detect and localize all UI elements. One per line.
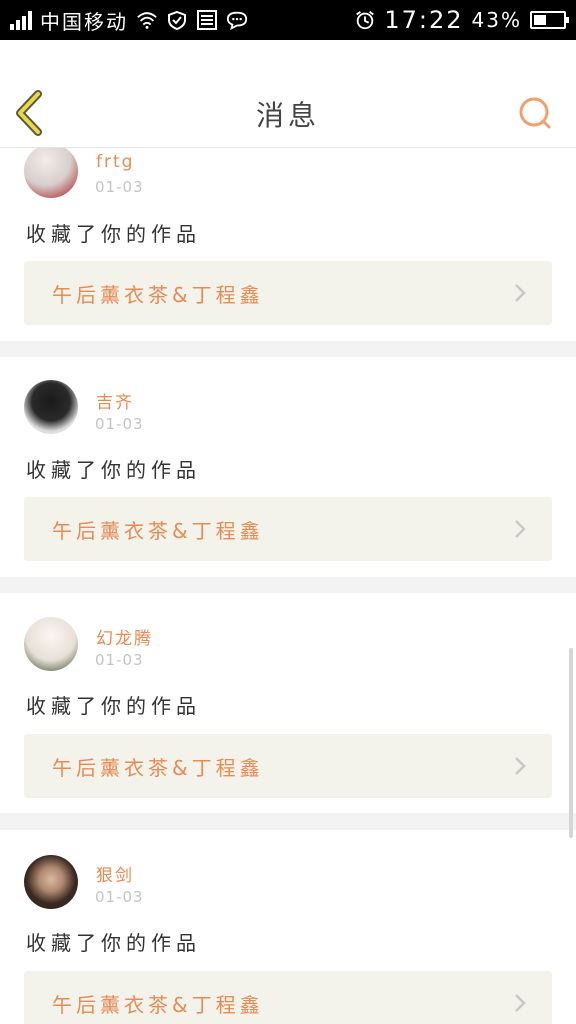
message-date: 01-03	[95, 888, 144, 906]
clock: 17:22	[384, 6, 464, 34]
user-name[interactable]: frtg	[96, 152, 134, 172]
app-header: 消息	[0, 40, 576, 148]
action-text: 收藏了你的作品	[26, 694, 201, 718]
carrier-label: 中国移动	[40, 9, 128, 34]
message-card: frtg 01-03 收藏了你的作品 午后薰衣茶&丁程鑫	[0, 148, 576, 341]
page-title: 消息	[255, 99, 320, 132]
work-title: 午后薰衣茶&丁程鑫	[52, 992, 264, 1017]
action-text: 收藏了你的作品	[26, 222, 201, 246]
shield-icon	[166, 10, 188, 30]
work-title: 午后薰衣茶&丁程鑫	[52, 282, 264, 307]
action-text: 收藏了你的作品	[26, 931, 201, 955]
work-link[interactable]: 午后薰衣茶&丁程鑫	[24, 734, 552, 798]
work-link[interactable]: 午后薰衣茶&丁程鑫	[24, 497, 552, 561]
sim-icon	[196, 10, 218, 30]
battery-icon	[530, 11, 569, 29]
avatar[interactable]	[24, 148, 78, 198]
status-bar: 中国移动 17:22 43%	[0, 0, 576, 40]
message-date: 01-03	[95, 178, 144, 196]
avatar[interactable]	[24, 380, 78, 434]
chat-icon	[226, 10, 248, 30]
chevron-right-icon	[515, 284, 526, 302]
avatar[interactable]	[24, 855, 78, 909]
wifi-icon	[136, 10, 158, 30]
user-name[interactable]: 吉齐	[96, 388, 134, 413]
message-date: 01-03	[95, 651, 144, 669]
chevron-right-icon	[515, 757, 526, 775]
alarm-icon	[354, 10, 376, 30]
scrollbar[interactable]	[569, 648, 573, 838]
work-title: 午后薰衣茶&丁程鑫	[52, 755, 264, 780]
avatar[interactable]	[24, 617, 78, 671]
battery-percent: 43%	[471, 8, 522, 32]
message-card: 狠剑 01-03 收藏了你的作品 午后薰衣茶&丁程鑫	[0, 830, 576, 1024]
chevron-right-icon	[515, 994, 526, 1012]
message-card: 吉齐 01-03 收藏了你的作品 午后薰衣茶&丁程鑫	[0, 357, 576, 577]
chevron-right-icon	[515, 520, 526, 538]
signal-icon	[10, 10, 32, 30]
work-link[interactable]: 午后薰衣茶&丁程鑫	[24, 261, 552, 325]
message-list[interactable]: frtg 01-03 收藏了你的作品 午后薰衣茶&丁程鑫 吉齐 01-03 收藏…	[0, 148, 576, 1024]
search-button[interactable]	[516, 94, 556, 134]
search-icon	[519, 97, 551, 129]
work-title: 午后薰衣茶&丁程鑫	[52, 518, 264, 543]
action-text: 收藏了你的作品	[26, 458, 201, 482]
message-card: 幻龙腾 01-03 收藏了你的作品 午后薰衣茶&丁程鑫	[0, 593, 576, 813]
user-name[interactable]: 幻龙腾	[96, 624, 153, 649]
user-name[interactable]: 狠剑	[96, 861, 134, 886]
work-link[interactable]: 午后薰衣茶&丁程鑫	[24, 971, 552, 1024]
message-date: 01-03	[95, 415, 144, 433]
